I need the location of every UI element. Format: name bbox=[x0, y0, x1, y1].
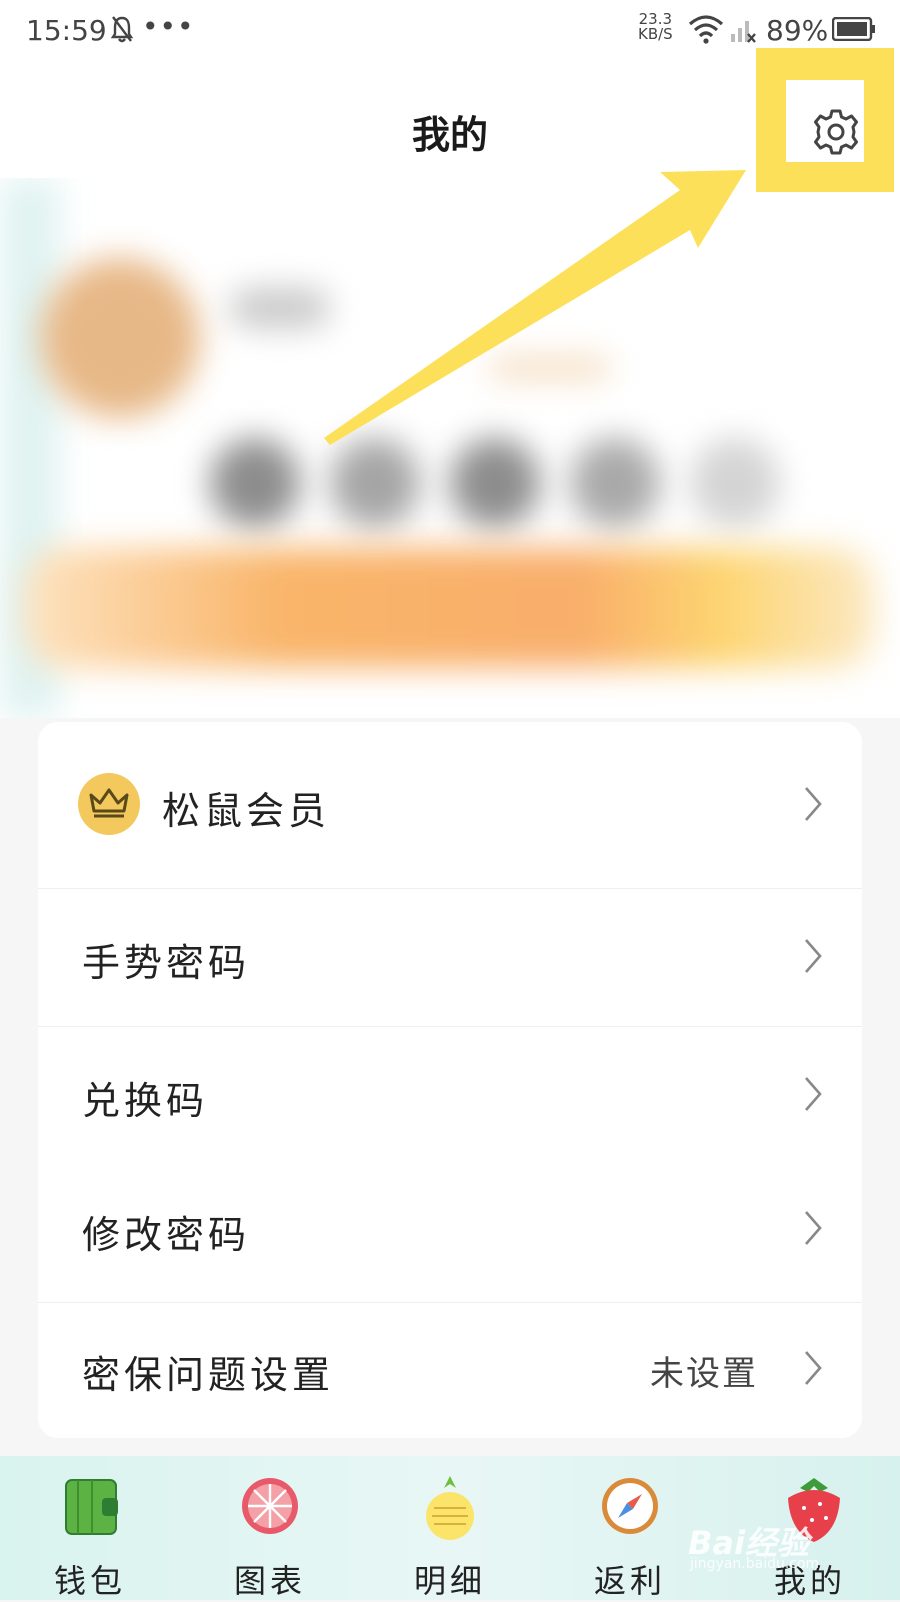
menu-item-gesture-password[interactable]: 手势密码 bbox=[38, 888, 862, 1027]
pineapple-icon bbox=[420, 1474, 480, 1548]
chevron-right-icon bbox=[802, 936, 824, 980]
stat-item[interactable] bbox=[450, 438, 540, 528]
menu-item-value: 未设置 bbox=[650, 1354, 758, 1394]
signal-icon bbox=[730, 14, 756, 48]
speed-unit: KB/S bbox=[638, 25, 673, 43]
menu-item-label: 手势密码 bbox=[82, 941, 251, 985]
avatar[interactable] bbox=[40, 258, 200, 418]
bell-muted-icon bbox=[110, 14, 134, 48]
stat-item[interactable] bbox=[570, 438, 660, 528]
settings-menu: 松鼠会员 手势密码 兑换码 修改密码 密保问题设置 未设置 bbox=[38, 722, 862, 1438]
tab-wallet[interactable]: 钱包 bbox=[0, 1456, 180, 1600]
username-blurred bbox=[230, 288, 330, 328]
menu-item-label: 密保问题设置 bbox=[82, 1353, 335, 1397]
menu-item-membership[interactable]: 松鼠会员 bbox=[38, 722, 862, 889]
tab-chart[interactable]: 图表 bbox=[180, 1456, 360, 1600]
profile-section bbox=[0, 178, 900, 718]
stat-item[interactable] bbox=[330, 438, 420, 528]
chevron-right-icon bbox=[802, 1208, 824, 1252]
user-badge-blurred bbox=[490, 358, 610, 378]
menu-item-label: 兑换码 bbox=[82, 1079, 209, 1123]
menu-item-redeem-code[interactable]: 兑换码 bbox=[38, 1026, 862, 1164]
menu-item-change-password[interactable]: 修改密码 bbox=[38, 1164, 862, 1303]
stat-item[interactable] bbox=[210, 438, 300, 528]
stat-item[interactable] bbox=[690, 438, 780, 528]
tab-label: 明细 bbox=[413, 1562, 486, 1600]
vip-banner[interactable] bbox=[24, 548, 876, 668]
battery-icon bbox=[831, 16, 876, 45]
more-notifications-icon: ••• bbox=[142, 10, 195, 43]
network-speed: 23.3 KB/S bbox=[638, 12, 673, 42]
menu-item-label: 修改密码 bbox=[82, 1213, 251, 1257]
chevron-right-icon bbox=[802, 1348, 824, 1392]
baidu-watermark-url: jingyan.baidu.com bbox=[690, 1556, 820, 1572]
compass-icon bbox=[600, 1474, 660, 1542]
menu-item-security-question[interactable]: 密保问题设置 未设置 bbox=[38, 1302, 862, 1438]
status-time: 15:59 bbox=[26, 14, 107, 47]
chart-icon bbox=[240, 1474, 300, 1542]
menu-item-label: 松鼠会员 bbox=[162, 789, 331, 833]
tab-label: 钱包 bbox=[53, 1562, 126, 1600]
tab-details[interactable]: 明细 bbox=[360, 1456, 540, 1600]
wallet-icon bbox=[60, 1474, 120, 1542]
wifi-icon bbox=[688, 14, 724, 48]
chevron-right-icon bbox=[802, 784, 824, 828]
crown-icon bbox=[78, 773, 140, 835]
battery-percent: 89% bbox=[766, 14, 829, 47]
chevron-right-icon bbox=[802, 1074, 824, 1118]
tab-label: 图表 bbox=[233, 1562, 306, 1600]
gear-icon[interactable] bbox=[812, 108, 860, 160]
